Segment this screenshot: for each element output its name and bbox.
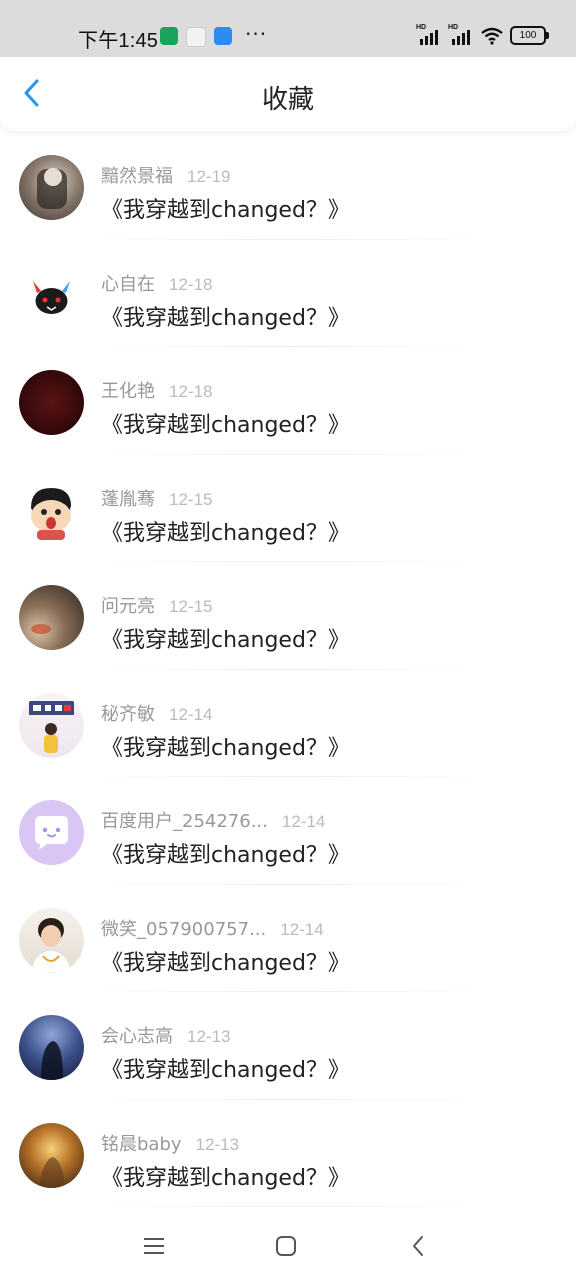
item-title: 《我穿越到changed？》 xyxy=(101,950,350,976)
user-name: 黯然景福 xyxy=(101,166,173,187)
list-item[interactable]: 问元亮 12-15 《我穿越到changed？》 xyxy=(0,562,576,670)
item-title: 《我穿越到changed？》 xyxy=(101,305,350,331)
app-notification-icon xyxy=(160,27,178,45)
user-name: 百度用户_254276... xyxy=(101,811,268,832)
avatar[interactable] xyxy=(19,1015,84,1080)
item-date: 12-13 xyxy=(195,1134,240,1154)
list-item[interactable]: 黯然景福 12-19 《我穿越到changed？》 xyxy=(0,132,576,240)
item-title: 《我穿越到changed？》 xyxy=(101,735,350,761)
signal-icon-2: HD xyxy=(448,24,474,45)
app-bar: 收藏 xyxy=(0,57,576,131)
user-name: 心自在 xyxy=(101,273,155,295)
list-item[interactable]: 王化艳 12-18 《我穿越到changed？》 xyxy=(0,347,576,455)
page-title: 收藏 xyxy=(261,85,314,115)
avatar[interactable] xyxy=(19,585,84,650)
item-date: 12-13 xyxy=(187,1027,231,1046)
avatar[interactable] xyxy=(19,692,84,758)
home-icon xyxy=(276,1236,296,1256)
item-title: 《我穿越到changed？》 xyxy=(101,1165,350,1191)
item-title: 《我穿越到changed？》 xyxy=(101,843,350,868)
item-date: 12-15 xyxy=(169,489,213,509)
item-date: 12-18 xyxy=(169,382,213,401)
status-indicators: HD HD 100 xyxy=(416,24,549,45)
avatar[interactable] xyxy=(19,155,84,220)
back-arrow-icon xyxy=(413,1236,423,1256)
list-item[interactable]: 会心志高 12-13 《我穿越到changed？》 xyxy=(0,992,576,1100)
list-item[interactable]: 心自在 12-18 《我穿越到changed？》 xyxy=(0,240,576,347)
avatar[interactable] xyxy=(19,370,84,435)
item-title: 《我穿越到changed？》 xyxy=(101,1058,350,1083)
more-notifications-icon: ··· xyxy=(245,22,268,46)
item-date: 12-14 xyxy=(280,919,324,939)
user-name: 蓬胤骞 xyxy=(101,488,155,510)
user-name: 会心志高 xyxy=(101,1026,173,1047)
avatar[interactable] xyxy=(19,907,84,973)
list-item[interactable]: 微笑_057900757... 12-14 《我穿越到changed？》 xyxy=(0,885,576,992)
list-item[interactable]: 秘齐敏 12-14 《我穿越到changed？》 xyxy=(0,670,576,777)
user-name: 王化艳 xyxy=(101,381,155,402)
favorites-list: 黯然景福 12-19 《我穿越到changed？》 心自在 12-18 《我穿越到c… xyxy=(0,132,576,1207)
item-date: 12-18 xyxy=(169,274,213,294)
avatar[interactable] xyxy=(19,800,84,865)
avatar[interactable] xyxy=(19,477,84,543)
avatar[interactable] xyxy=(19,262,84,328)
message-icon xyxy=(214,27,232,45)
user-name: 秘齐敏 xyxy=(101,703,155,725)
item-title: 《我穿越到changed？》 xyxy=(101,628,350,653)
user-name: 问元亮 xyxy=(101,596,155,617)
menu-icon xyxy=(144,1238,164,1254)
game-icon xyxy=(186,27,206,47)
item-date: 12-14 xyxy=(281,812,326,831)
item-title: 《我穿越到changed？》 xyxy=(101,520,350,546)
signal-icon: HD xyxy=(416,24,442,45)
nav-back-button[interactable] xyxy=(398,1228,438,1264)
list-item[interactable]: 铭晨baby 12-13 《我穿越到changed？》 xyxy=(0,1100,576,1207)
item-date: 12-19 xyxy=(187,167,231,186)
user-name: 铭晨baby xyxy=(101,1133,182,1155)
avatar[interactable] xyxy=(19,1122,84,1188)
battery-level: 100 xyxy=(519,30,537,41)
status-time: 下午1:45 xyxy=(78,30,159,52)
divider xyxy=(80,1206,496,1207)
status-bar: 下午1:45 ··· HD HD 100 xyxy=(0,0,576,57)
menu-button[interactable] xyxy=(134,1228,174,1264)
list-item[interactable]: 百度用户_254276... 12-14 《我穿越到changed？》 xyxy=(0,777,576,885)
wifi-icon xyxy=(481,27,503,45)
status-app-icons xyxy=(160,27,232,47)
battery-icon: 100 xyxy=(510,26,549,45)
item-title: 《我穿越到changed？》 xyxy=(101,413,350,438)
home-button[interactable] xyxy=(266,1228,306,1264)
item-title: 《我穿越到changed？》 xyxy=(101,198,350,223)
list-item[interactable]: 蓬胤骞 12-15 《我穿越到changed？》 xyxy=(0,455,576,562)
item-date: 12-15 xyxy=(169,597,213,616)
system-nav-bar xyxy=(0,1212,576,1280)
user-name: 微笑_057900757... xyxy=(101,918,267,940)
item-date: 12-14 xyxy=(169,704,213,724)
